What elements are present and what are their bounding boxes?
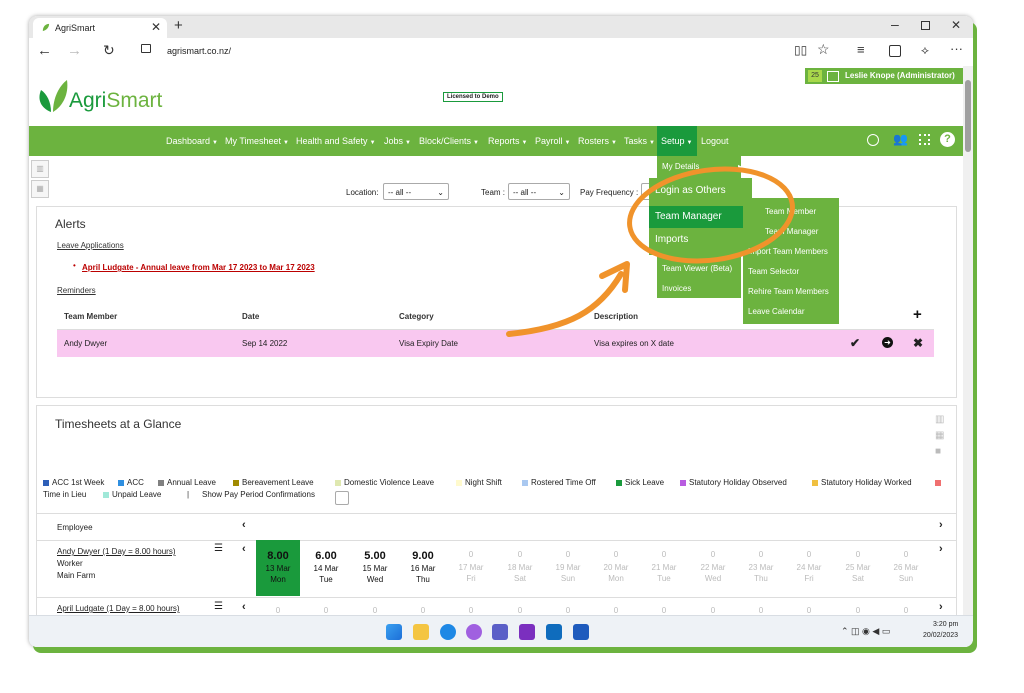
onenote-icon[interactable] bbox=[519, 624, 535, 640]
file-explorer-icon[interactable] bbox=[413, 624, 429, 640]
system-tray-icons[interactable]: ⌃ ◫ ◉ ◀ ▭ bbox=[841, 626, 890, 637]
close-tab-icon[interactable]: ✕ bbox=[151, 20, 161, 34]
new-tab-icon[interactable]: + bbox=[174, 17, 183, 34]
more-menu-icon[interactable]: ··· bbox=[950, 41, 963, 56]
browser-tab[interactable]: AgriSmart ✕ bbox=[33, 18, 167, 38]
lock-icon bbox=[141, 44, 151, 53]
favorite-star-icon[interactable]: ☆ bbox=[817, 41, 830, 58]
windows-start-icon[interactable] bbox=[386, 624, 402, 640]
page-content: 25 Leslie Knope (Administrator) AgriSmar… bbox=[29, 66, 963, 615]
word-icon[interactable] bbox=[573, 624, 589, 640]
close-window-icon[interactable]: ✕ bbox=[951, 18, 961, 32]
copilot-icon[interactable] bbox=[466, 624, 482, 640]
teams-icon[interactable] bbox=[492, 624, 508, 640]
edge-icon[interactable] bbox=[440, 624, 456, 640]
reader-view-icon[interactable]: ▯▯ bbox=[794, 43, 807, 57]
annotation-arrow bbox=[506, 271, 624, 337]
browser-window: AgriSmart ✕ + – ✕ ← → ↻ agrismart.co.nz/… bbox=[29, 16, 973, 647]
favorites-list-icon[interactable]: ≡ bbox=[857, 42, 865, 57]
leaf-favicon-icon bbox=[41, 23, 50, 32]
refresh-icon[interactable]: ↻ bbox=[103, 42, 115, 59]
minimize-icon[interactable]: – bbox=[891, 16, 899, 32]
forward-icon[interactable]: → bbox=[67, 42, 82, 59]
clock-date[interactable]: 20/02/2023 bbox=[923, 632, 958, 639]
highlight-circle bbox=[627, 166, 795, 264]
clock-time[interactable]: 3:20 pm bbox=[933, 621, 958, 628]
address-bar: ← → ↻ agrismart.co.nz/ ▯▯ ☆ ≡ ⟡ ··· bbox=[29, 38, 973, 67]
vertical-scrollbar[interactable] bbox=[963, 66, 973, 615]
scroll-thumb[interactable] bbox=[965, 80, 971, 152]
annotation-overlay bbox=[506, 166, 795, 337]
back-icon[interactable]: ← bbox=[37, 42, 52, 59]
tab-bar: AgriSmart ✕ + – ✕ bbox=[29, 16, 973, 38]
maximize-icon[interactable] bbox=[921, 21, 930, 30]
taskbar: ⌃ ◫ ◉ ◀ ▭ 3:20 pm 20/02/2023 bbox=[29, 615, 973, 647]
outlook-icon[interactable] bbox=[546, 624, 562, 640]
collections-icon[interactable] bbox=[889, 45, 901, 57]
url-text[interactable]: agrismart.co.nz/ bbox=[167, 46, 231, 56]
tab-title: AgriSmart bbox=[55, 23, 96, 33]
extensions-icon[interactable]: ⟡ bbox=[921, 43, 929, 58]
